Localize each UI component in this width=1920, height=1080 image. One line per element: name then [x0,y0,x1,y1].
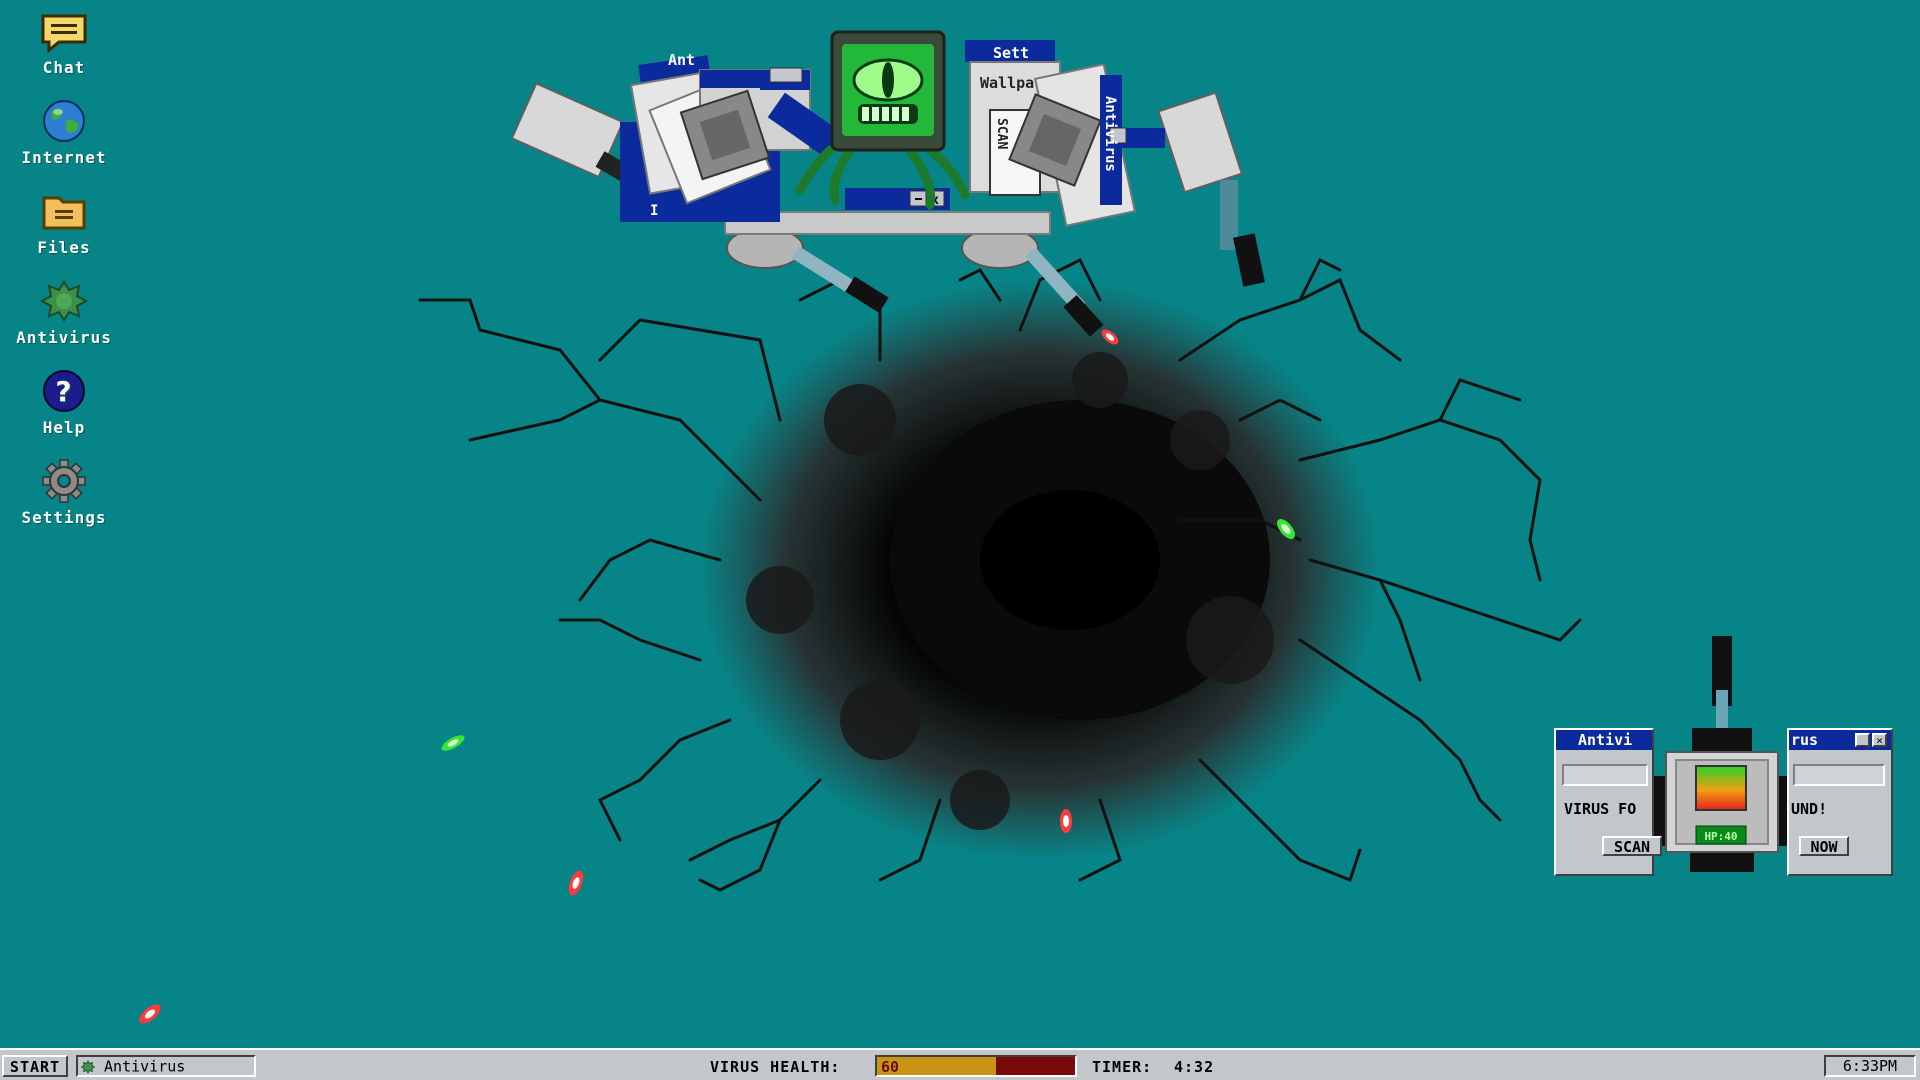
now-button[interactable]: NOW [1799,836,1849,856]
boss-text-scan: SCAN [994,118,1009,149]
virus-found-text: UND! [1791,800,1828,818]
game-scene: x Ant Sett Antivirus Wallpa SCAN I HP:40 [139,30,1795,1024]
turret-hp-label: HP:40 [1704,830,1737,843]
taskbar-clock: 6:33PM [1824,1055,1916,1077]
turret-health-indicator [1695,765,1747,811]
projectile [139,1004,161,1024]
boss-text-wallpaper: Wallpa [980,74,1034,92]
taskbar-item-label: Antivirus [104,1057,186,1076]
virus-health-value: 60 [881,1058,900,1076]
close-button[interactable]: × [1872,733,1887,747]
boss-title-sett: Sett [993,44,1029,62]
projectile [568,870,584,896]
boss-cannon-lower-left [726,227,889,313]
virus-health-bar: 60 [875,1055,1077,1077]
virus-monitor-icon [795,30,970,210]
virus-found-text: VIRUS FO [1564,800,1637,818]
window-title-text: Antivi [1578,731,1633,749]
timer-value: 4:32 [1174,1058,1215,1076]
turret-window-left: Antivi VIRUS FO SCAN [1554,728,1662,876]
scan-button[interactable]: SCAN [1602,836,1662,856]
projectile [1060,809,1072,833]
turret-window-right: rus _ × UND! NOW [1787,728,1893,876]
timer-label: TIMER: [1092,1058,1153,1076]
virus-boss: x Ant Sett Antivirus Wallpa SCAN I [510,30,1265,337]
boss-title-ant: Ant [668,51,695,69]
start-button[interactable]: START [2,1055,68,1077]
antivirus-icon [80,1059,96,1074]
player-turret[interactable]: HP:40 [1650,636,1795,872]
taskbar-item-antivirus[interactable]: Antivirus [76,1055,256,1077]
minimize-button[interactable]: _ [1855,733,1870,747]
boss-text-fragment: I [650,203,658,219]
boss-cannon-right [1157,91,1265,287]
turret-window-left-title: Antivi [1556,730,1652,750]
corruption-void [418,257,1582,892]
boss-title-antivirus: Antivirus [1102,96,1118,172]
virus-health-label: VIRUS HEALTH: [710,1058,841,1076]
projectile [441,735,465,751]
scan-progress-field [1793,764,1885,786]
scan-progress-field [1562,764,1648,786]
window-title-text: rus [1791,731,1819,749]
taskbar: START Antivirus VIRUS HEALTH: 60 TIMER: … [0,1048,1920,1080]
